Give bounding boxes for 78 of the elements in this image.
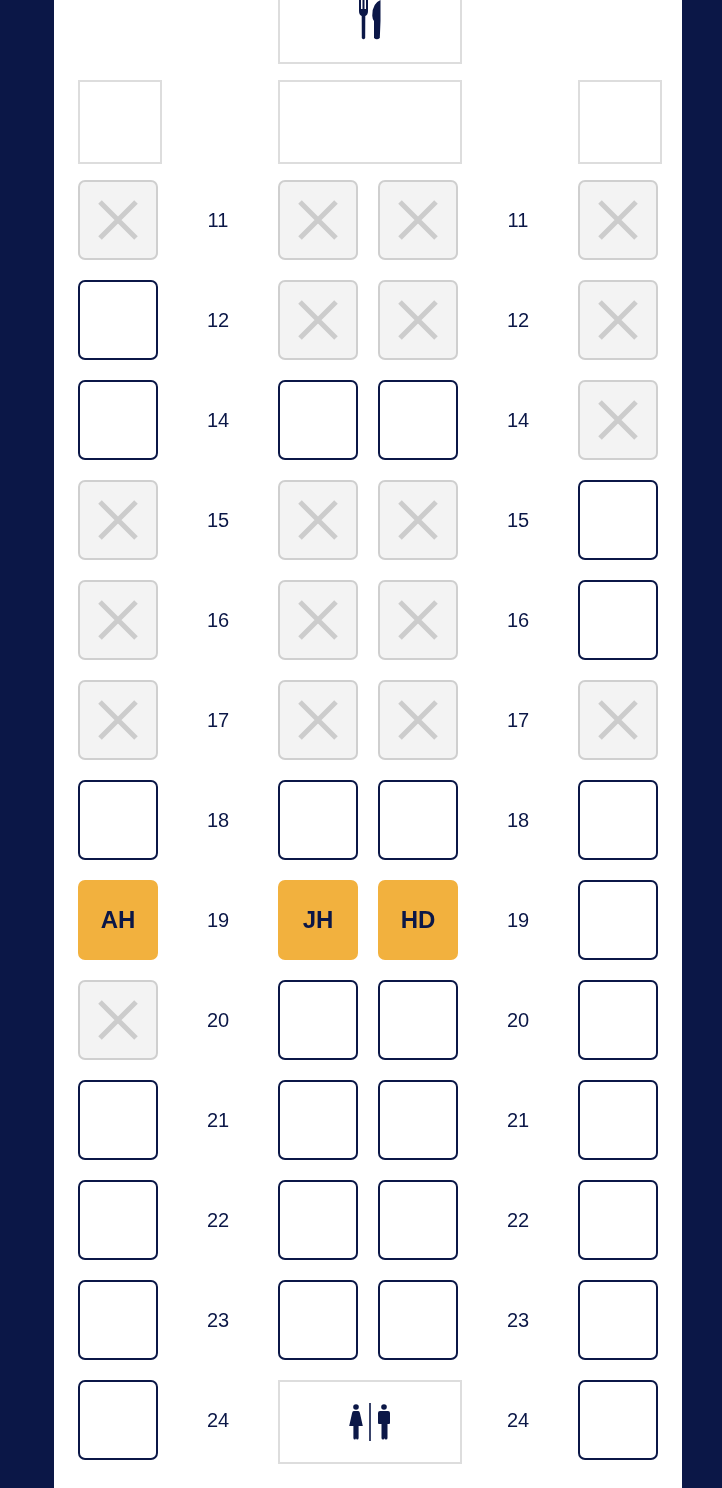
seat[interactable] [578,980,658,1060]
row-number: 23 [206,1308,230,1332]
seat[interactable] [278,980,358,1060]
cross-icon [298,600,338,640]
row-number: 18 [506,808,530,832]
row-number: 23 [506,1308,530,1332]
cross-icon [98,1000,138,1040]
row-number: 14 [506,408,530,432]
seat[interactable] [78,380,158,460]
seat[interactable]: AH [78,880,158,960]
seat[interactable] [578,580,658,660]
seat[interactable] [578,1080,658,1160]
row-number: 17 [506,708,530,732]
cross-icon [598,200,638,240]
seat[interactable] [78,780,158,860]
cross-icon [598,300,638,340]
seat[interactable] [578,880,658,960]
cross-icon [298,200,338,240]
seat[interactable] [578,1180,658,1260]
cross-icon [298,500,338,540]
seat[interactable] [78,1180,158,1260]
row-number: 21 [206,1108,230,1132]
cross-icon [398,500,438,540]
seat[interactable] [278,780,358,860]
seat[interactable] [578,1280,658,1360]
row-number: 16 [206,608,230,632]
row-number: 19 [506,908,530,932]
row-number: 11 [507,208,529,232]
row-number: 17 [206,708,230,732]
cross-icon [98,200,138,240]
cross-icon [98,600,138,640]
row-number: 24 [506,1408,530,1432]
seat[interactable] [78,280,158,360]
seat[interactable] [378,780,458,860]
cross-icon [98,500,138,540]
seat[interactable]: JH [278,880,358,960]
row-number: 18 [206,808,230,832]
seat[interactable] [578,780,658,860]
seat[interactable] [78,1280,158,1360]
seat[interactable] [78,1380,158,1460]
cross-icon [98,700,138,740]
cross-icon [598,400,638,440]
row-number: 21 [506,1108,530,1132]
seat[interactable] [278,380,358,460]
seat[interactable] [378,980,458,1060]
seat[interactable] [378,380,458,460]
seat[interactable] [378,1280,458,1360]
cross-icon [398,300,438,340]
row-number: 20 [206,1008,230,1032]
cross-icon [398,600,438,640]
seat[interactable] [278,1080,358,1160]
row-number: 15 [506,508,530,532]
row-number: 24 [206,1408,230,1432]
seat[interactable] [578,480,658,560]
restroom-icon [349,1403,391,1441]
row-number: 22 [506,1208,530,1232]
cross-icon [398,700,438,740]
row-number: 19 [206,908,230,932]
row-number: 20 [506,1008,530,1032]
seat[interactable] [378,1080,458,1160]
seat[interactable] [278,1180,358,1260]
seat[interactable] [378,1180,458,1260]
row-number: 22 [206,1208,230,1232]
row-number: 12 [506,308,530,332]
row-number: 12 [206,308,230,332]
cross-icon [598,700,638,740]
row-number: 15 [206,508,230,532]
row-number: 16 [506,608,530,632]
seat[interactable] [278,1280,358,1360]
seat[interactable] [578,1380,658,1460]
row-number: 11 [207,208,229,232]
cross-icon [298,700,338,740]
cross-icon [398,200,438,240]
cross-icon [298,300,338,340]
cutlery-icon [359,0,381,40]
row-number: 14 [206,408,230,432]
seat[interactable]: HD [378,880,458,960]
seat[interactable] [78,1080,158,1160]
